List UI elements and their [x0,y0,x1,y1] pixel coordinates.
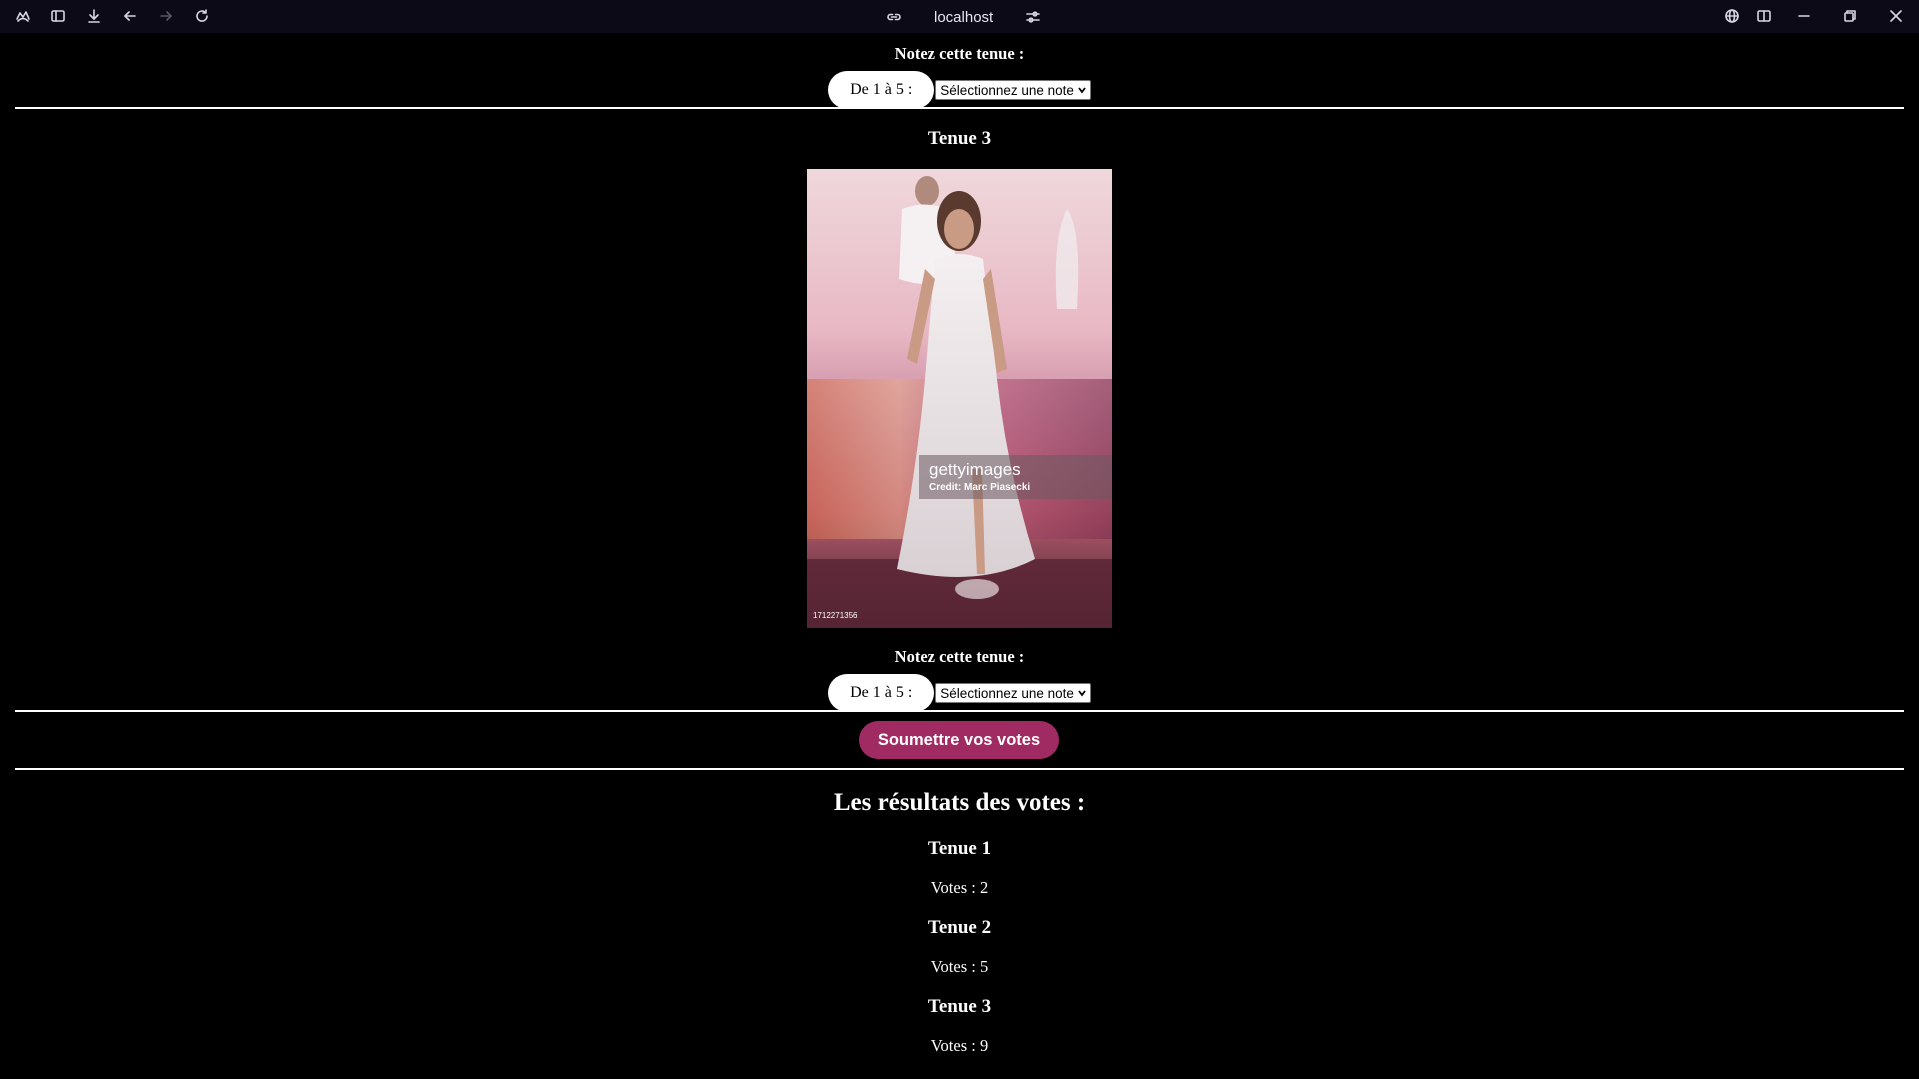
image-number: 1712271356 [813,611,858,620]
back-icon[interactable] [121,7,139,25]
result-votes: Votes : 5 [930,957,989,976]
chevron-down-icon [1078,87,1086,94]
page-content: Notez cette tenue : De 1 à 5 : Sélection… [0,33,1919,1079]
divider [15,768,1904,770]
result-outfit-name: Tenue 3 [927,996,992,1017]
app-logo-icon[interactable] [14,7,32,25]
reload-icon[interactable] [193,7,211,25]
rating-select-value: Sélectionnez une note [940,82,1074,98]
outfit-title: Tenue 3 [927,128,992,149]
rating-select[interactable]: Sélectionnez une note [935,80,1091,100]
site-settings-icon[interactable] [1025,9,1041,25]
browser-toolbar: localhost [0,0,1919,33]
watermark-brand: gettyimages [929,460,1021,479]
rating-row: De 1 à 5 : Sélectionnez une note [0,71,1919,109]
restore-icon[interactable] [1841,7,1859,25]
result-votes: Votes : 9 [930,1036,989,1055]
download-icon[interactable] [85,7,103,25]
minimize-icon[interactable] [1795,7,1813,25]
results-title: Les résultats des votes : [833,789,1086,816]
result-outfit-name: Tenue 2 [927,917,992,938]
rating-row: De 1 à 5 : Sélectionnez une note [0,674,1919,712]
rating-label: Notez cette tenue : [894,44,1025,63]
rating-range-label: De 1 à 5 : [828,71,935,109]
close-icon[interactable] [1887,7,1905,25]
rating-select[interactable]: Sélectionnez une note [935,683,1091,703]
outfit-photo: gettyimages Credit: Marc Piasecki 171227… [807,169,1112,628]
address-text[interactable]: localhost [934,9,993,26]
forward-icon[interactable] [157,7,175,25]
submit-votes-button[interactable]: Soumettre vos votes [859,721,1059,759]
result-votes: Votes : 2 [930,878,989,897]
split-view-icon[interactable] [1755,7,1773,25]
result-outfit-name: Tenue 1 [927,838,992,859]
link-icon [886,9,902,25]
rating-range-label: De 1 à 5 : [828,674,935,712]
globe-icon[interactable] [1723,7,1741,25]
chevron-down-icon [1078,690,1086,697]
sidebar-icon[interactable] [49,7,67,25]
address-bar[interactable]: localhost [886,6,1041,28]
rating-select-value: Sélectionnez une note [940,685,1074,701]
divider [15,710,1904,712]
divider [15,107,1904,109]
watermark-credit: Credit: Marc Piasecki [929,482,1031,493]
rating-label: Notez cette tenue : [894,647,1025,666]
